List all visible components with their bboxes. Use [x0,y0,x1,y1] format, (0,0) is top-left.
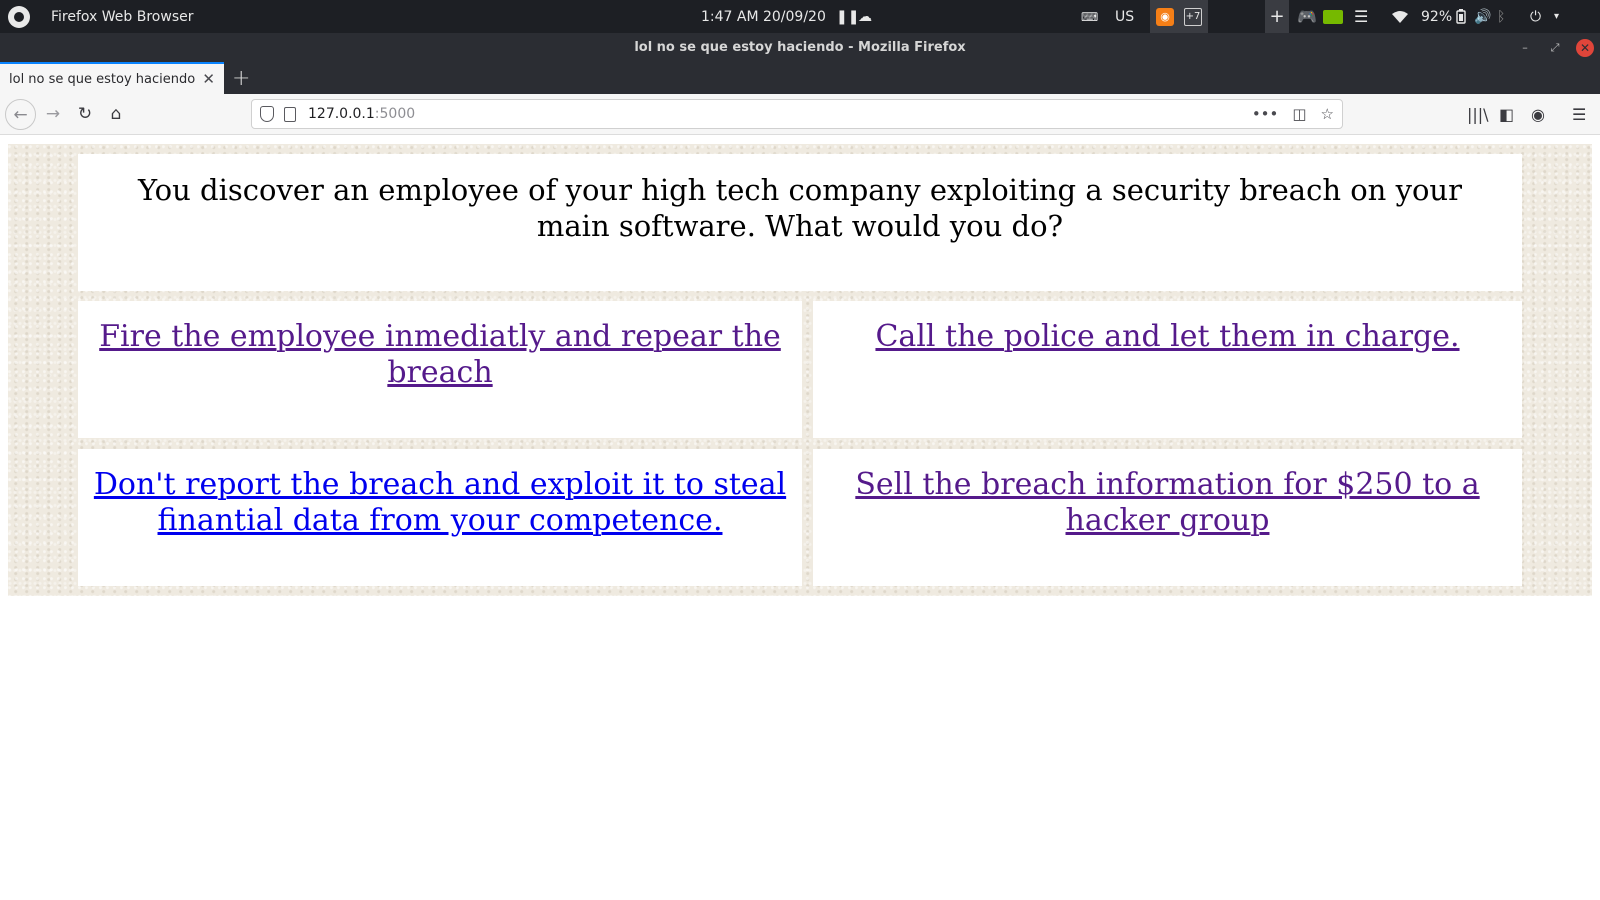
bluetooth-icon: ᛒ [1497,8,1506,25]
answer-card-4: Sell the breach information for $250 to … [813,449,1522,586]
reload-icon: ↻ [77,104,93,124]
paper-background: You discover an employee of your high te… [8,144,1592,596]
app-menu-label: Firefox Web Browser [51,8,194,25]
battery-indicator[interactable] [1456,0,1466,33]
bookmark-star-icon[interactable]: ☆ [1321,105,1334,123]
tab-close-button[interactable]: ✕ [202,70,215,88]
account-button[interactable]: ◉ [1531,100,1545,128]
pocket-button[interactable]: ◫ [1292,105,1306,123]
answer-card-1: Fire the employee inmediatly and repear … [78,301,802,438]
library-button[interactable]: |||\ [1467,100,1489,128]
plus-icon: + [232,65,251,91]
maximize-button[interactable]: ⤢ [1546,39,1564,57]
hamburger-icon: ☰ [1572,104,1587,124]
address-bar[interactable]: 127.0.0.1:5000 ••• ◫ ☆ [251,99,1343,129]
tab-strip: lol no se que estoy haciendo ✕ + [0,62,1600,94]
window-controls: – ⤢ ✕ [1516,33,1594,62]
hamburger-icon: ☰ [1354,7,1369,26]
answer-card-3: Don't report the breach and exploit it t… [78,449,802,586]
keyboard-layout-label: US [1115,8,1135,25]
tab-active[interactable]: lol no se que estoy haciendo ✕ [0,62,224,94]
page-viewport: You discover an employee of your high te… [0,135,1600,900]
sidebar-icon: ◧ [1499,104,1515,124]
arrow-left-icon: ← [13,104,28,125]
clock-label: 1:47 AM 20/09/20 [701,8,826,25]
nvidia-icon [1323,9,1343,24]
close-window-button[interactable]: ✕ [1576,38,1594,57]
url-host: 127.0.0.1 [308,106,375,122]
home-icon: ⌂ [110,104,122,124]
arrow-right-icon: → [45,104,61,124]
volume-icon: 🔊 [1474,8,1492,25]
account-icon: ◉ [1531,104,1545,124]
url-port: :5000 [374,106,416,122]
battery-percent-label: 92% [1421,8,1453,25]
forward-button[interactable]: → [39,100,67,128]
minimize-icon: – [1522,41,1528,54]
tracking-protection-icon[interactable] [260,106,274,122]
weather-indicator[interactable]: ☁ [858,0,872,33]
plus-icon: + [1269,6,1285,27]
add-indicator[interactable]: + [1265,0,1289,33]
tab-label: lol no se que estoy haciendo [9,71,196,87]
url-text[interactable]: 127.0.0.1:5000 [308,106,415,122]
bluetooth-indicator[interactable]: ᛒ [1497,0,1505,33]
keyboard-indicator[interactable]: ⌨ [1081,0,1098,33]
app-menu-button[interactable]: ☰ [1572,100,1586,128]
discord-indicator[interactable]: 🎮 [1297,0,1317,33]
window-titlebar[interactable]: lol no se que estoy haciendo - Mozilla F… [0,33,1600,62]
maximize-icon: ⤢ [1550,40,1560,54]
answer-card-2: Call the police and let them in charge. [813,301,1522,438]
chevron-down-icon: ▾ [1554,11,1560,22]
wifi-indicator[interactable] [1392,0,1408,33]
answer-link-fire-employee[interactable]: Fire the employee inmediatly and repear … [78,319,802,391]
new-tab-button[interactable]: + [232,62,250,94]
library-icon: |||\ [1467,104,1489,124]
answer-link-sell-breach[interactable]: Sell the breach information for $250 to … [813,467,1522,539]
keyboard-icon: ⌨ [1081,9,1099,24]
app-menu[interactable]: Firefox Web Browser [51,0,194,33]
battery-icon [1456,9,1466,24]
power-menu[interactable]: ⏻ [1530,0,1541,33]
extra-indicators-badge: +7 [1184,7,1202,26]
app-indicator-icon: ◉ [1156,7,1174,26]
menu-indicator[interactable]: ☰ [1354,0,1368,33]
volume-indicator[interactable]: 🔊 [1474,0,1491,33]
page-actions-button[interactable]: ••• [1252,105,1279,123]
nvidia-indicator[interactable] [1323,0,1343,33]
url-actions: ••• ◫ ☆ [1252,105,1334,123]
question-card: You discover an employee of your high te… [78,154,1522,291]
battery-percent[interactable]: 92% [1421,0,1452,33]
keyboard-layout[interactable]: US [1115,0,1134,33]
ubuntu-logo-icon [8,5,30,28]
minimize-button[interactable]: – [1516,39,1534,57]
pause-icon: ❚❚ [836,8,860,25]
system-menu-arrow[interactable]: ▾ [1554,0,1559,33]
navigation-toolbar: ← → ↻ ⌂ 127.0.0.1:5000 ••• ◫ ☆ |||\ ◧ ◉ … [0,94,1600,135]
close-icon: ✕ [1579,40,1591,55]
answer-link-call-police[interactable]: Call the police and let them in charge. [861,319,1473,355]
sidebar-button[interactable]: ◧ [1499,100,1514,128]
question-text: You discover an employee of your high te… [138,173,1462,243]
pause-indicator[interactable]: ❚❚ [836,0,859,33]
power-icon: ⏻ [1530,8,1542,25]
discord-icon: 🎮 [1297,7,1317,26]
activities-button[interactable] [8,0,30,33]
window-title: lol no se que estoy haciendo - Mozilla F… [634,40,966,55]
clock[interactable]: 1:47 AM 20/09/20 [701,0,826,33]
system-top-bar: Firefox Web Browser 1:47 AM 20/09/20 ❚❚ … [0,0,1600,33]
home-button[interactable]: ⌂ [102,100,130,128]
page-info-icon[interactable] [284,106,296,122]
reload-button[interactable]: ↻ [71,100,99,128]
wifi-icon [1392,10,1408,23]
answer-link-exploit-breach[interactable]: Don't report the breach and exploit it t… [78,467,802,539]
tray-app-group[interactable]: ◉ +7 [1150,0,1208,33]
back-button[interactable]: ← [5,99,36,130]
cloud-icon: ☁ [858,8,872,25]
